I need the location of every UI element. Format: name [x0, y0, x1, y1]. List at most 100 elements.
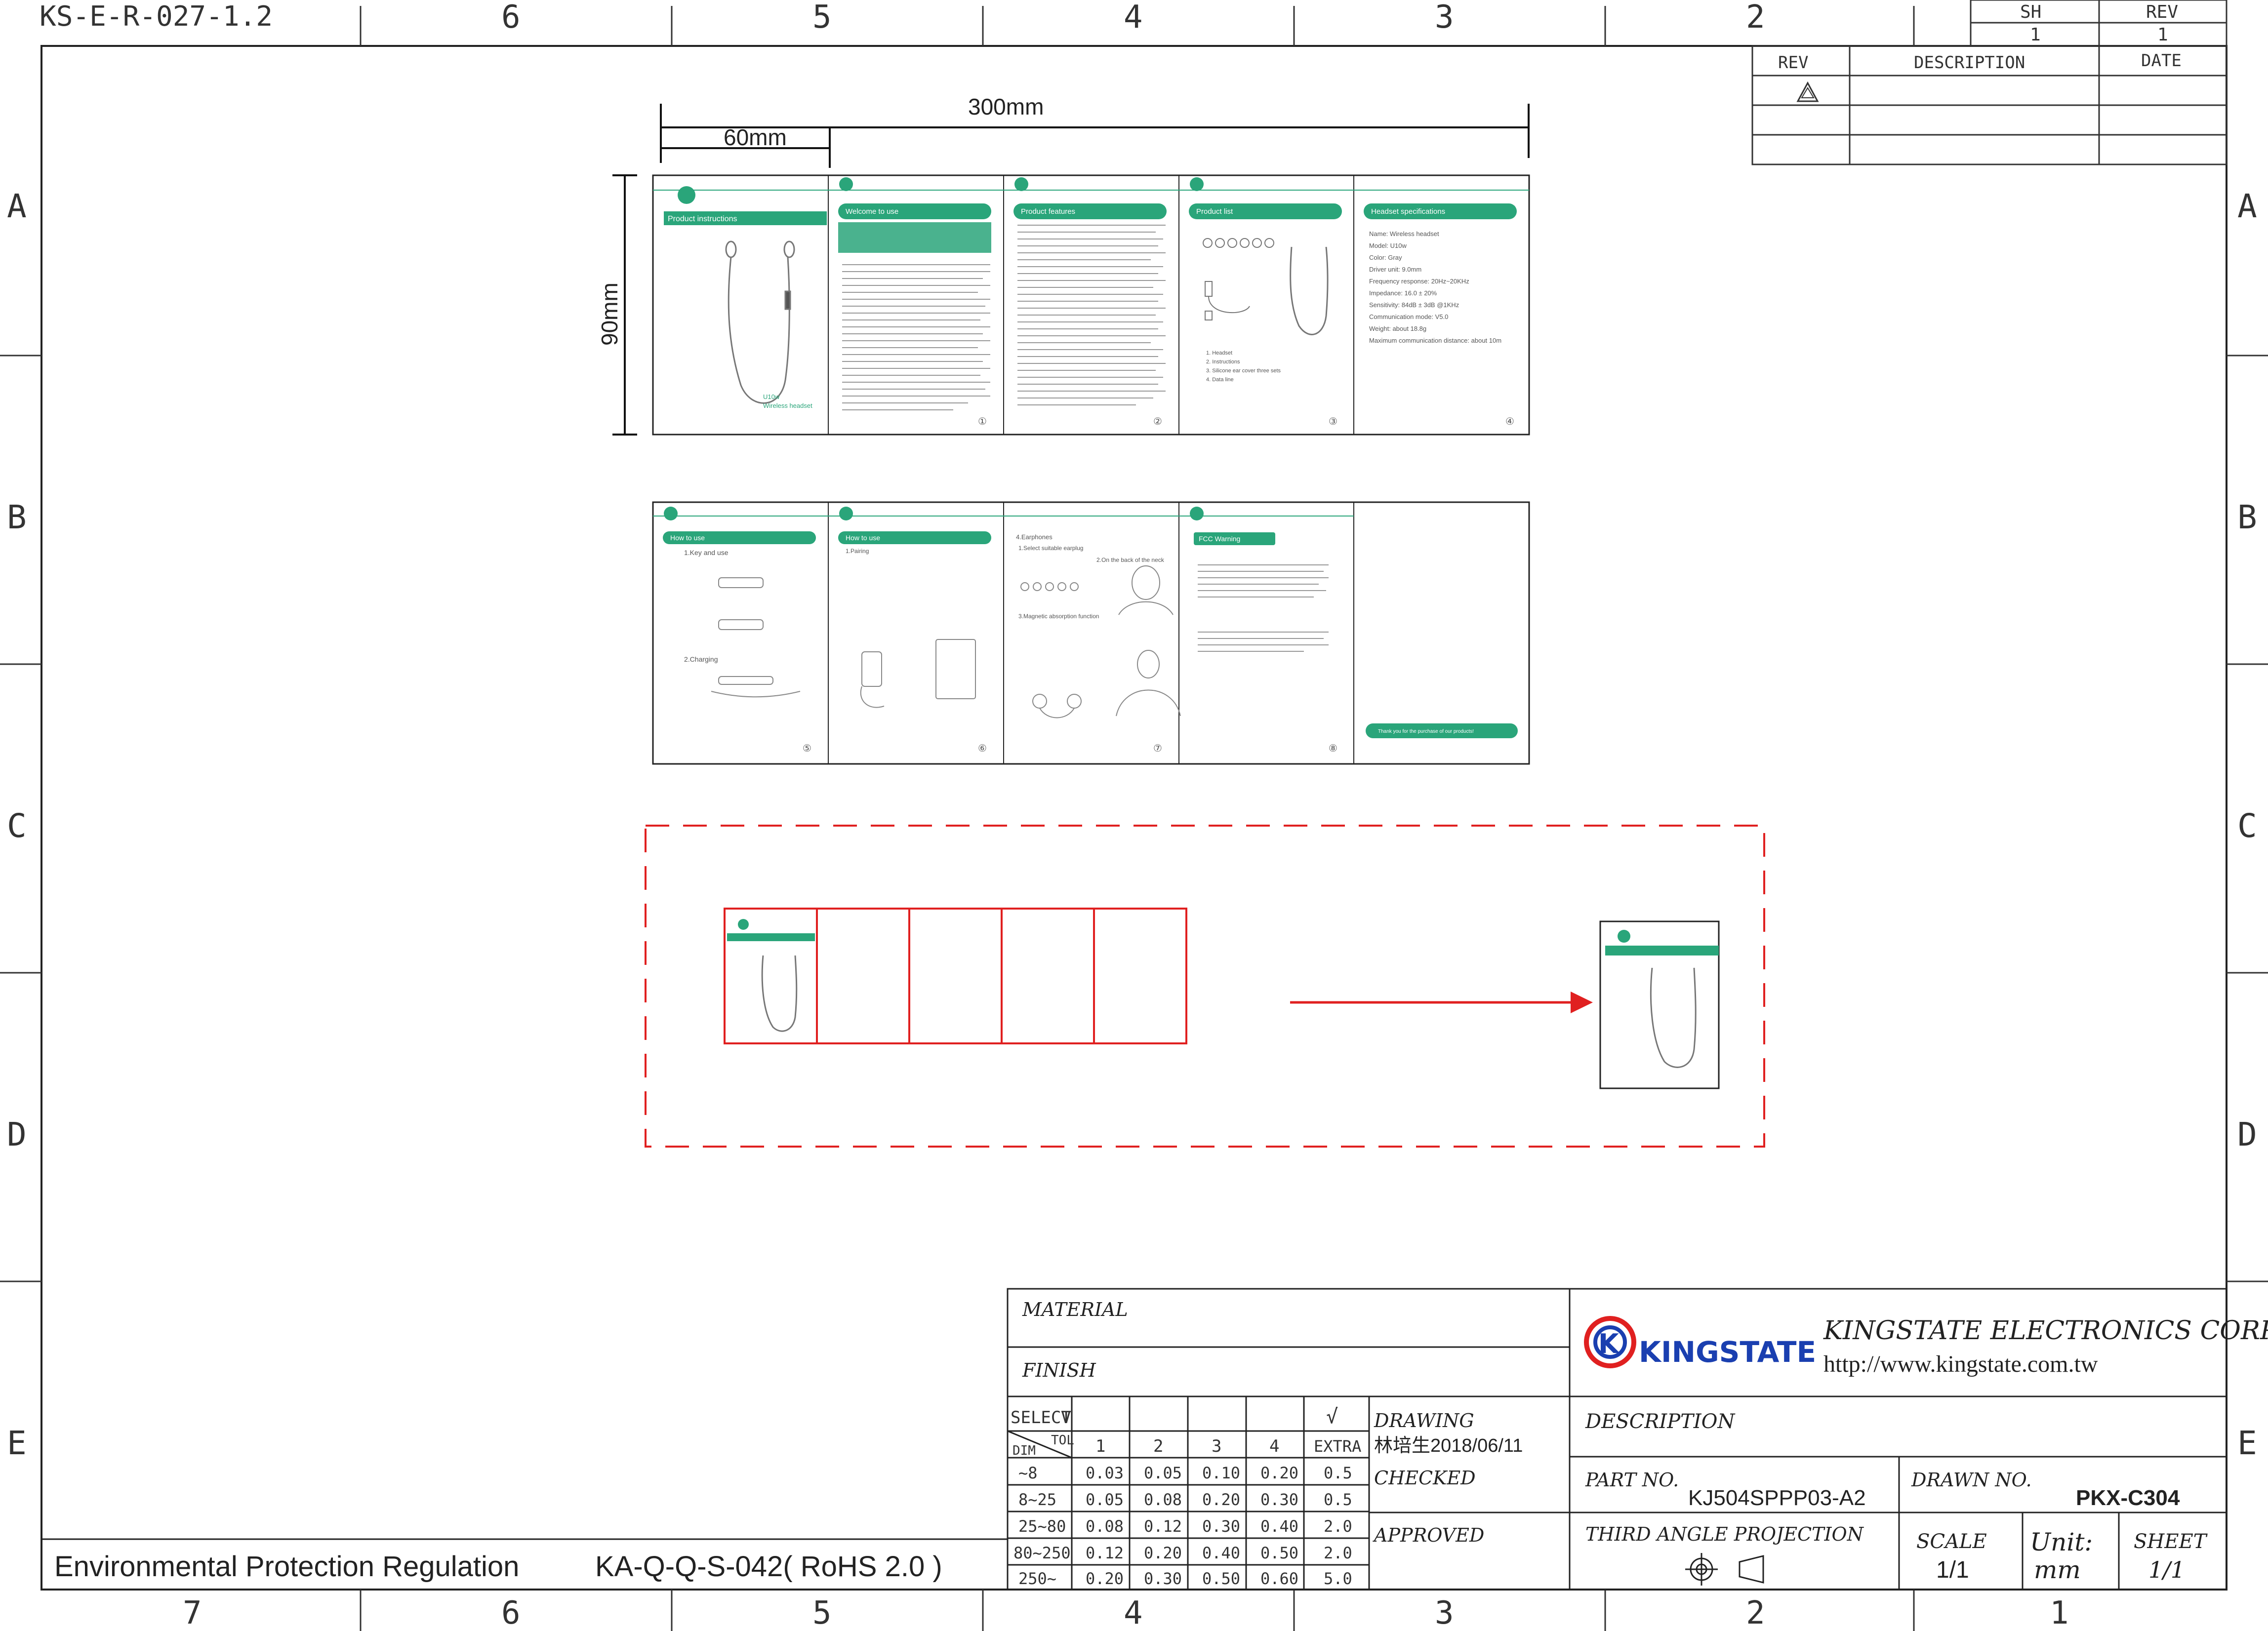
top-zone-4: 4	[1124, 0, 1143, 36]
fold-arrow-icon	[1290, 992, 1593, 1013]
tol-row-4-dim: 80~250	[1013, 1544, 1071, 1562]
earphones-label: 4.Earphones	[1016, 533, 1053, 541]
tol-row-1-v1: 0.03	[1086, 1464, 1124, 1482]
headset-illustration-icon	[1650, 967, 1697, 1068]
page-number-3: ③	[1329, 416, 1337, 427]
flat-booklet-outline	[724, 908, 1187, 1044]
brand-logo-icon	[738, 919, 749, 930]
top-zone-5: 5	[812, 0, 832, 36]
third-angle-projection-icon	[1685, 1553, 1764, 1586]
tol-col-1: 1	[1095, 1436, 1105, 1456]
row-label-d-left: D	[7, 1115, 27, 1154]
tol-label: TOL	[1051, 1433, 1074, 1448]
row-label-c-right: C	[2237, 807, 2257, 845]
unit-label: Unit:	[2030, 1528, 2093, 1556]
company-url: http://www.kingstate.com.tw	[1823, 1351, 2098, 1377]
tol-row-3-v4: 0.40	[1260, 1517, 1298, 1536]
back-of-neck-label: 2.On the back of the neck	[1096, 557, 1165, 563]
row-label-a-left: A	[7, 187, 27, 225]
page-number-1: ①	[978, 416, 987, 427]
svg-text:K: K	[1598, 1328, 1620, 1359]
tol-row-2-v1: 0.05	[1086, 1490, 1124, 1509]
row-label-e-left: E	[7, 1424, 27, 1462]
sheet-value: 1/1	[2148, 1556, 2185, 1583]
headset-illustration-icon	[725, 240, 795, 404]
row-label-a-right: A	[2237, 187, 2257, 225]
tol-row-1-v2: 0.05	[1144, 1464, 1182, 1482]
regulation-code: KA-Q-Q-S-042( RoHS 2.0 )	[595, 1551, 942, 1583]
revision-triangle-icon	[1796, 81, 1819, 102]
spec-line-10: Maximum communication distance: about 10…	[1369, 337, 1501, 344]
drawn-no-label: DRAWN NO.	[1911, 1469, 2032, 1491]
dim-total-width: 300mm	[968, 94, 1044, 119]
scale-value: 1/1	[1936, 1557, 1969, 1583]
bottom-zone-5: 5	[812, 1595, 832, 1631]
tol-row-4-extra: 2.0	[1324, 1544, 1352, 1562]
spec-line-3: Color: Gray	[1369, 254, 1402, 261]
drawn-by-value: 林培生2018/06/11	[1374, 1435, 1523, 1456]
features-heading: Product features	[1021, 207, 1075, 216]
drawing-label: DRAWING	[1374, 1410, 1474, 1432]
pairing-heading: How to use	[846, 534, 880, 542]
earphones-panel: 4.Earphones 1.Select suitable earplug 2.…	[1016, 533, 1181, 754]
material-label: MATERIAL	[1022, 1299, 1128, 1320]
tol-row-2-v3: 0.20	[1202, 1490, 1240, 1509]
product-list-heading: Product list	[1196, 207, 1233, 216]
part-no-value: KJ504SPPP03-A2	[1688, 1486, 1866, 1510]
dim-label: DIM	[1012, 1443, 1036, 1458]
tol-row-5-v1: 0.20	[1086, 1569, 1124, 1588]
sh-label: SH	[2020, 2, 2041, 22]
tol-row-4-v3: 0.40	[1202, 1544, 1240, 1562]
finish-label: FINISH	[1022, 1359, 1096, 1381]
checked-label: CHECKED	[1374, 1467, 1476, 1489]
page-number-5: ⑤	[803, 743, 811, 754]
fcc-panel: FCC Warning ⑧	[1190, 507, 1337, 754]
row-label-b-left: B	[7, 498, 27, 536]
brand-logo-icon	[1014, 177, 1028, 191]
spec-line-9: Weight: about 18.8g	[1369, 325, 1426, 332]
headset-illustration-icon	[761, 955, 798, 1032]
brand-logo-icon	[678, 186, 695, 204]
dim-panel-width: 60mm	[724, 124, 787, 150]
brand-logo-icon	[1618, 930, 1630, 943]
brand-logo-icon	[839, 177, 853, 191]
spec-line-7: Sensitivity: 84dB ± 3dB @1KHz	[1369, 301, 1459, 309]
top-zone-6: 6	[501, 0, 521, 36]
cover-panel: Product instructions U10w Wireless heads…	[664, 186, 827, 409]
bottom-zone-6: 6	[501, 1595, 521, 1631]
folding-diagram-frame	[645, 825, 1765, 1148]
dim-height: 90mm	[597, 282, 622, 346]
pairing-label: 1.Pairing	[846, 548, 869, 555]
back-cover-panel: Thank you for the purchase of our produc…	[1366, 723, 1518, 738]
row-label-d-right: D	[2237, 1115, 2257, 1154]
part-no-label: PART NO.	[1585, 1469, 1679, 1491]
key-and-use-label: 1.Key and use	[684, 549, 729, 557]
product-list-item-4: 4. Data line	[1206, 377, 1234, 383]
suitable-earplug-label: 1.Select suitable earplug	[1018, 545, 1083, 552]
usb-cable-icon	[1205, 281, 1250, 320]
spec-line-4: Driver unit: 9.0mm	[1369, 266, 1421, 273]
tol-row-5-v2: 0.30	[1144, 1569, 1182, 1588]
welcome-panel: Welcome to use ①	[838, 177, 991, 427]
select-check: √	[1326, 1405, 1338, 1428]
top-zone-3: 3	[1435, 0, 1454, 36]
company-logo-text: KINGSTATE	[1639, 1335, 1816, 1369]
sheet-label: SHEET	[2134, 1530, 2208, 1553]
product-list-panel: Product list 1. Headset 2. Instructions …	[1189, 177, 1342, 427]
tol-row-1-v4: 0.20	[1260, 1464, 1298, 1482]
page-number-2: ②	[1153, 416, 1162, 427]
description-col-header: DESCRIPTION	[1914, 53, 2025, 73]
page-number-8: ⑧	[1329, 743, 1337, 754]
cover-model: U10w	[763, 393, 780, 400]
tol-col-2: 2	[1153, 1436, 1163, 1456]
specifications-heading: Headset specifications	[1371, 207, 1445, 216]
brand-logo-icon	[839, 507, 853, 520]
regulation-label: Environmental Protection Regulation	[54, 1551, 519, 1583]
welcome-heading: Welcome to use	[846, 207, 898, 216]
description-label: DESCRIPTION	[1585, 1410, 1736, 1433]
rev-value: 1	[2157, 25, 2168, 45]
date-col-header: DATE	[2141, 51, 2182, 71]
tol-row-3-v2: 0.12	[1144, 1517, 1182, 1536]
spec-line-5: Frequency response: 20Hz~20KHz	[1369, 278, 1469, 285]
row-label-c-left: C	[7, 807, 27, 845]
